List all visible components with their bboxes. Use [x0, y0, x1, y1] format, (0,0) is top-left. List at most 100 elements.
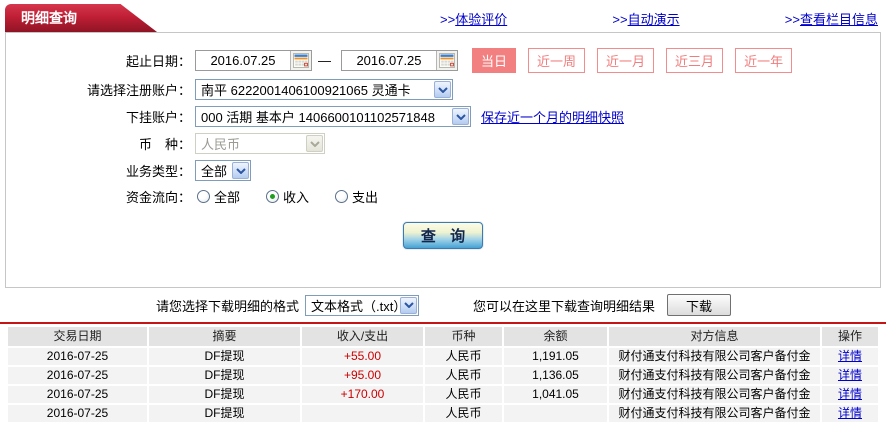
- date-range-label: 起止日期：: [125, 54, 191, 69]
- cell-currency: 人民币: [425, 348, 502, 365]
- calendar-icon[interactable]: [290, 51, 311, 70]
- start-date-value: 2016.07.25: [210, 53, 276, 68]
- download-hint: 您可以在这里下载查询明细结果: [473, 298, 656, 314]
- detail-link[interactable]: 详情: [838, 406, 862, 420]
- link-label: 自动演示: [627, 12, 680, 27]
- results-table: 交易日期 摘要 收入/支出 币种 余额 对方信息 操作 2016-07-25 D…: [8, 327, 878, 424]
- quick-range-year[interactable]: 近一年: [735, 48, 793, 73]
- query-button[interactable]: 查 询: [403, 222, 483, 249]
- registered-account-label: 请选择注册账户：: [86, 83, 191, 98]
- chevron-down-icon[interactable]: [452, 108, 469, 125]
- start-date-input[interactable]: 2016.07.25: [195, 50, 312, 71]
- query-form-panel: 起止日期： 2016.07.25 — 2016.07.25 当日 近一周 近一月…: [5, 32, 881, 288]
- date-range-dash: —: [318, 53, 331, 68]
- radio-all[interactable]: 全部: [197, 187, 240, 206]
- save-snapshot-link[interactable]: 保存近一个月的明细快照: [481, 107, 624, 126]
- quick-range-week[interactable]: 近一周: [528, 48, 586, 73]
- link-auto-demo[interactable]: >>自动演示: [612, 9, 679, 28]
- table-header-row: 交易日期 摘要 收入/支出 币种 余额 对方信息 操作: [8, 327, 878, 346]
- link-label: 体验评价: [455, 12, 508, 27]
- download-format-select[interactable]: 文本格式（.txt）: [305, 294, 420, 316]
- business-type-label: 业务类型：: [125, 164, 191, 179]
- download-format-value: 文本格式（.txt）: [311, 298, 407, 314]
- radio-income-label: 收入: [283, 190, 310, 205]
- link-experience-rating[interactable]: >>体验评价: [440, 9, 507, 28]
- radio-circle-icon[interactable]: [266, 190, 280, 203]
- download-row: 请您选择下载明细的格式 文本格式（.txt） 您可以在这里下载查询明细结果 下载: [0, 294, 886, 316]
- col-header-summary: 摘要: [149, 327, 300, 346]
- radio-expense-label: 支出: [352, 190, 379, 205]
- cell-date: 2016-07-25: [8, 386, 147, 403]
- sub-account-select[interactable]: 000 活期 基本户 1406600101102571848: [195, 106, 471, 127]
- table-row: 2016-07-25 DF提现 +95.00 人民币 1,136.05 财付通支…: [8, 367, 878, 384]
- business-type-value: 全部: [201, 164, 228, 179]
- quick-range-today[interactable]: 当日: [472, 48, 517, 73]
- end-date-input[interactable]: 2016.07.25: [341, 50, 458, 71]
- cell-date: 2016-07-25: [8, 348, 147, 365]
- download-button[interactable]: 下载: [667, 294, 732, 316]
- chevron-down-icon[interactable]: [232, 162, 249, 179]
- calendar-icon[interactable]: [436, 51, 457, 70]
- detail-link[interactable]: 详情: [838, 387, 862, 401]
- cell-currency: 人民币: [425, 367, 502, 384]
- col-header-date: 交易日期: [8, 327, 147, 346]
- radio-circle-icon[interactable]: [197, 190, 210, 203]
- business-type-select[interactable]: 全部: [195, 160, 251, 181]
- registered-account-value: 南平 6222001406100921065 灵通卡: [201, 83, 411, 98]
- cell-counterparty: 财付通支付科技有限公司客户备付金: [609, 348, 820, 365]
- cell-balance: 1,191.05: [504, 348, 607, 365]
- radio-expense[interactable]: 支出: [335, 187, 378, 206]
- detail-link[interactable]: 详情: [838, 368, 862, 382]
- radio-circle-icon[interactable]: [335, 190, 349, 203]
- col-header-counterparty: 对方信息: [609, 327, 820, 346]
- radio-income[interactable]: 收入: [266, 187, 309, 206]
- col-header-amount: 收入/支出: [302, 327, 423, 346]
- link-label: 查看栏目信息: [799, 12, 878, 27]
- top-links: >>体验评价 >>自动演示 >>查看栏目信息: [440, 9, 878, 28]
- cell-amount: +55.00: [302, 348, 423, 365]
- detail-link[interactable]: 详情: [838, 349, 862, 363]
- link-prefix: >>: [440, 12, 456, 27]
- quick-range-quarter[interactable]: 近三月: [666, 48, 724, 73]
- currency-row: 币 种： 人民币: [6, 133, 880, 154]
- sub-account-row: 下挂账户： 000 活期 基本户 1406600101102571848 保存近…: [6, 106, 880, 127]
- fund-flow-options: 全部 收入 支出: [197, 187, 404, 206]
- currency-select: 人民币: [195, 133, 325, 154]
- chevron-down-icon: [306, 135, 323, 152]
- download-format-label: 请您选择下载明细的格式: [156, 298, 300, 314]
- cell-currency: 人民币: [425, 386, 502, 403]
- cell-balance: 1,136.05: [504, 367, 607, 384]
- cell-amount: +170.00: [302, 386, 423, 403]
- currency-value: 人民币: [201, 137, 241, 152]
- table-row: 2016-07-25 DF提现 +55.00 人民币 1,191.05 财付通支…: [8, 348, 878, 365]
- cell-summary: DF提现: [149, 386, 300, 403]
- fund-flow-row: 资金流向： 全部 收入 支出: [6, 187, 880, 206]
- link-prefix: >>: [612, 12, 628, 27]
- col-header-currency: 币种: [425, 327, 502, 346]
- table-row: 2016-07-25 DF提现 +170.00 人民币 1,041.05 财付通…: [8, 386, 878, 403]
- fund-flow-label: 资金流向：: [125, 190, 191, 205]
- cell-amount: +95.00: [302, 367, 423, 384]
- end-date-value: 2016.07.25: [356, 53, 422, 68]
- quick-range-buttons: 当日 近一周 近一月 近三月 近一年: [472, 48, 804, 73]
- chevron-down-icon[interactable]: [400, 296, 418, 314]
- link-prefix: >>: [784, 12, 800, 27]
- cell-summary: DF提现: [149, 348, 300, 365]
- business-type-row: 业务类型： 全部: [6, 160, 880, 181]
- cell-date: 2016-07-25: [8, 367, 147, 384]
- chevron-down-icon[interactable]: [434, 81, 451, 98]
- col-header-balance: 余额: [504, 327, 607, 346]
- red-divider: [0, 322, 886, 324]
- currency-label: 币 种：: [138, 137, 191, 152]
- query-button-row: 查 询: [6, 222, 880, 249]
- col-header-action: 操作: [822, 327, 878, 346]
- cell-summary: DF提现: [149, 367, 300, 384]
- page-tab-detail-query[interactable]: 明细查询: [5, 4, 157, 32]
- quick-range-month[interactable]: 近一月: [597, 48, 655, 73]
- registered-account-select[interactable]: 南平 6222001406100921065 灵通卡: [195, 79, 453, 100]
- registered-account-row: 请选择注册账户： 南平 6222001406100921065 灵通卡: [6, 79, 880, 100]
- cell-counterparty: 财付通支付科技有限公司客户备付金: [609, 386, 820, 403]
- sub-account-value: 000 活期 基本户 1406600101102571848: [201, 110, 435, 125]
- cell-counterparty: 财付通支付科技有限公司客户备付金: [609, 367, 820, 384]
- link-view-column-info[interactable]: >>查看栏目信息: [785, 9, 878, 28]
